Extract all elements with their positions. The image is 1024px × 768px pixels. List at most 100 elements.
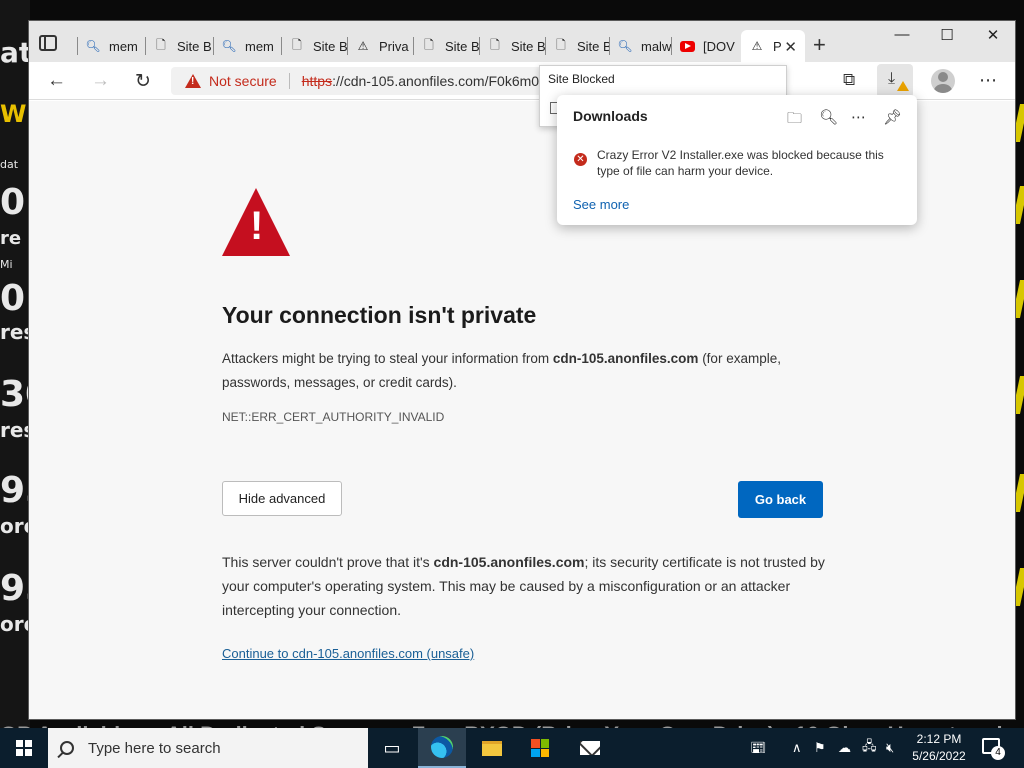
- detail-prefix: This server couldn't prove that it's: [222, 554, 434, 570]
- tab-label: mem: [245, 38, 274, 54]
- page-icon: 🗋︎: [156, 37, 166, 52]
- search-icon: [60, 741, 74, 755]
- browser-window: 🔍︎ mem 🗋︎ Site B 🔍︎ mem 🗋︎ Site B ⚠ Priv…: [28, 20, 1016, 720]
- taskbar-search-box[interactable]: Type here to search: [48, 728, 368, 768]
- search-icon: 🔍︎: [85, 39, 101, 53]
- url-scheme: https: [301, 73, 333, 89]
- close-tab-icon[interactable]: ✕: [784, 38, 797, 56]
- security-status[interactable]: Not secure: [209, 73, 277, 89]
- tooltip-text: Site Blocked: [548, 72, 615, 86]
- downloads-title: Downloads: [573, 108, 648, 124]
- windows-logo-icon: [16, 740, 32, 756]
- tab[interactable]: [DOV: [671, 30, 737, 62]
- tab[interactable]: ⚠ Priva: [347, 30, 413, 62]
- tab-label: [DOV: [703, 38, 735, 54]
- downloads-button[interactable]: ⤓: [877, 64, 913, 98]
- tray-defender-icon[interactable]: ⚑: [814, 728, 826, 768]
- open-folder-icon[interactable]: 🗀︎: [787, 108, 802, 133]
- warning-page-icon: ⚠: [357, 39, 369, 53]
- blocked-download-message: Crazy Error V2 Installer.exe was blocked…: [597, 148, 884, 178]
- download-icon: ⤓: [888, 70, 896, 87]
- tab[interactable]: 🗋︎ Site B: [281, 30, 347, 62]
- tab-separator: [413, 37, 414, 55]
- tab-bar: 🔍︎ mem 🗋︎ Site B 🔍︎ mem 🗋︎ Site B ⚠ Priv…: [29, 21, 1015, 62]
- file-explorer-icon[interactable]: [468, 728, 516, 768]
- collections-icon[interactable]: ⧉: [843, 70, 855, 90]
- intro-prefix: Attackers might be trying to steal your …: [222, 351, 553, 366]
- search-icon: 🔍︎: [617, 39, 633, 53]
- search-placeholder: Type here to search: [88, 739, 221, 757]
- tab-label: Site B: [511, 38, 545, 54]
- search-downloads-icon[interactable]: 🔍︎: [819, 108, 838, 126]
- clock-time: 2:12 PM: [916, 732, 962, 746]
- profile-avatar[interactable]: [931, 69, 955, 93]
- tab[interactable]: 🔍︎ mem: [77, 30, 145, 62]
- tab[interactable]: 🗋︎ Site B: [413, 30, 479, 62]
- youtube-icon: [679, 38, 695, 54]
- downloads-flyout: Downloads 🗀︎ 🔍︎ ⋯ 📌︎ ✕ Crazy Error V2 In…: [557, 95, 917, 225]
- tab-separator: [479, 37, 480, 55]
- see-more-link[interactable]: See more: [573, 197, 629, 212]
- tab-actions-icon[interactable]: [39, 35, 57, 51]
- tab-separator: [545, 37, 546, 55]
- error-code: NET::ERR_CERT_AUTHORITY_INVALID: [222, 410, 445, 424]
- start-button[interactable]: [0, 728, 48, 768]
- maximize-button[interactable]: ☐: [932, 26, 962, 44]
- advanced-details: This server couldn't prove that it's cdn…: [222, 550, 832, 622]
- tab-separator: [213, 37, 214, 55]
- forward-button[interactable]: →: [91, 70, 110, 92]
- tab-label: Site B: [177, 38, 212, 54]
- tab-separator: [145, 37, 146, 55]
- tray-cloud-icon[interactable]: ☁: [838, 728, 851, 768]
- tray-overflow-icon[interactable]: ∧: [792, 728, 802, 768]
- edge-taskbar-icon[interactable]: [418, 728, 466, 768]
- new-tab-button[interactable]: +: [813, 32, 826, 58]
- store-icon[interactable]: [516, 728, 564, 768]
- refresh-button[interactable]: ↻: [135, 70, 151, 93]
- notification-count: 4: [991, 746, 1005, 760]
- hide-advanced-button[interactable]: Hide advanced: [222, 481, 342, 516]
- tab-label: mem: [109, 38, 138, 54]
- tray-news-icon[interactable]: 📰︎: [750, 728, 767, 768]
- url-separator: [288, 73, 290, 89]
- tab-separator: [281, 37, 282, 55]
- more-menu-icon[interactable]: ⋯: [979, 70, 997, 91]
- tab-label: malw: [641, 38, 671, 54]
- tab-separator: [347, 37, 348, 55]
- tab-label: Site B: [445, 38, 479, 54]
- tab[interactable]: 🗋︎ Site B: [479, 30, 545, 62]
- continue-unsafe-link[interactable]: Continue to cdn-105.anonfiles.com (unsaf…: [222, 646, 474, 661]
- minimize-button[interactable]: —: [887, 26, 917, 43]
- more-options-icon[interactable]: ⋯: [851, 108, 866, 126]
- clock-date: 5/26/2022: [912, 749, 966, 763]
- tab-label: Site B: [313, 38, 347, 54]
- warning-triangle-icon: !: [222, 188, 290, 256]
- warning-badge-icon: [897, 81, 909, 91]
- go-back-button[interactable]: Go back: [738, 481, 823, 518]
- tab[interactable]: 🔍︎ malw: [609, 30, 671, 62]
- tab[interactable]: 🗋︎ Site B: [545, 30, 609, 62]
- tab-active[interactable]: ⚠ P ✕: [741, 30, 805, 62]
- back-button[interactable]: ←: [47, 70, 66, 92]
- page-title: Your connection isn't private: [222, 302, 537, 328]
- task-view-icon[interactable]: ▭: [368, 728, 416, 768]
- tab[interactable]: 🔍︎ mem: [213, 30, 281, 62]
- tray-network-icon[interactable]: 🖧︎: [862, 728, 877, 768]
- page-icon: 🗋︎: [292, 37, 302, 52]
- page-icon: 🗋︎: [556, 37, 566, 52]
- page-icon: 🗋︎: [490, 37, 500, 52]
- blocked-error-icon: ✕: [574, 153, 587, 166]
- tray-volume-icon[interactable]: 🔇︎: [886, 728, 894, 768]
- tab-separator: [671, 37, 672, 55]
- warning-page-icon: ⚠: [751, 39, 763, 53]
- taskbar-clock[interactable]: 2:12 PM 5/26/2022: [908, 731, 970, 765]
- close-window-button[interactable]: ✕: [978, 26, 1008, 44]
- tab-label: Site B: [577, 38, 609, 54]
- desktop-left-fragment: at W dat 0 re Mi 0 res 30 res 95 ore 95 …: [0, 0, 30, 728]
- page-icon: 🗋︎: [424, 37, 434, 52]
- tab[interactable]: 🗋︎ Site B: [145, 30, 213, 62]
- taskbar: Type here to search ▭ 📰︎ ∧ ⚑ ☁ 🖧︎ 🔇︎ 2:1…: [0, 728, 1024, 768]
- mail-icon[interactable]: [566, 728, 614, 768]
- intro-text: Attackers might be trying to steal your …: [222, 347, 832, 395]
- pin-icon[interactable]: 📌︎: [883, 108, 902, 126]
